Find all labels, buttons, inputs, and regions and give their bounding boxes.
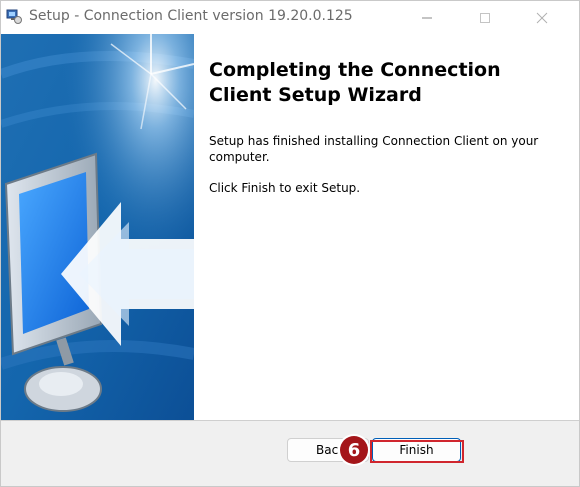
window-title: Setup - Connection Client version 19.20.…: [29, 8, 353, 24]
minimize-icon: [422, 17, 432, 18]
maximize-icon: [480, 12, 490, 23]
setup-window: Setup - Connection Client version 19.20.…: [0, 0, 580, 487]
minimize-button[interactable]: [404, 1, 450, 34]
maximize-button[interactable]: [462, 1, 508, 34]
close-button[interactable]: [519, 1, 565, 34]
setup-app-icon: [6, 9, 22, 24]
wizard-content: Completing the Connection Client Setup W…: [1, 34, 579, 420]
finish-button[interactable]: Finish: [372, 438, 461, 462]
wizard-heading: Completing the Connection Client Setup W…: [209, 59, 501, 106]
close-icon: [536, 12, 548, 23]
install-complete-text: Setup has finished installing Connection…: [209, 134, 539, 164]
wizard-footer: Back Finish 6: [1, 421, 579, 486]
finish-button-label: Finish: [399, 443, 434, 457]
wizard-side-graphic: [1, 34, 194, 420]
exit-instruction-text: Click Finish to exit Setup.: [209, 181, 361, 195]
step-number-badge: 6: [340, 436, 368, 464]
title-bar: Setup - Connection Client version 19.20.…: [1, 1, 579, 34]
